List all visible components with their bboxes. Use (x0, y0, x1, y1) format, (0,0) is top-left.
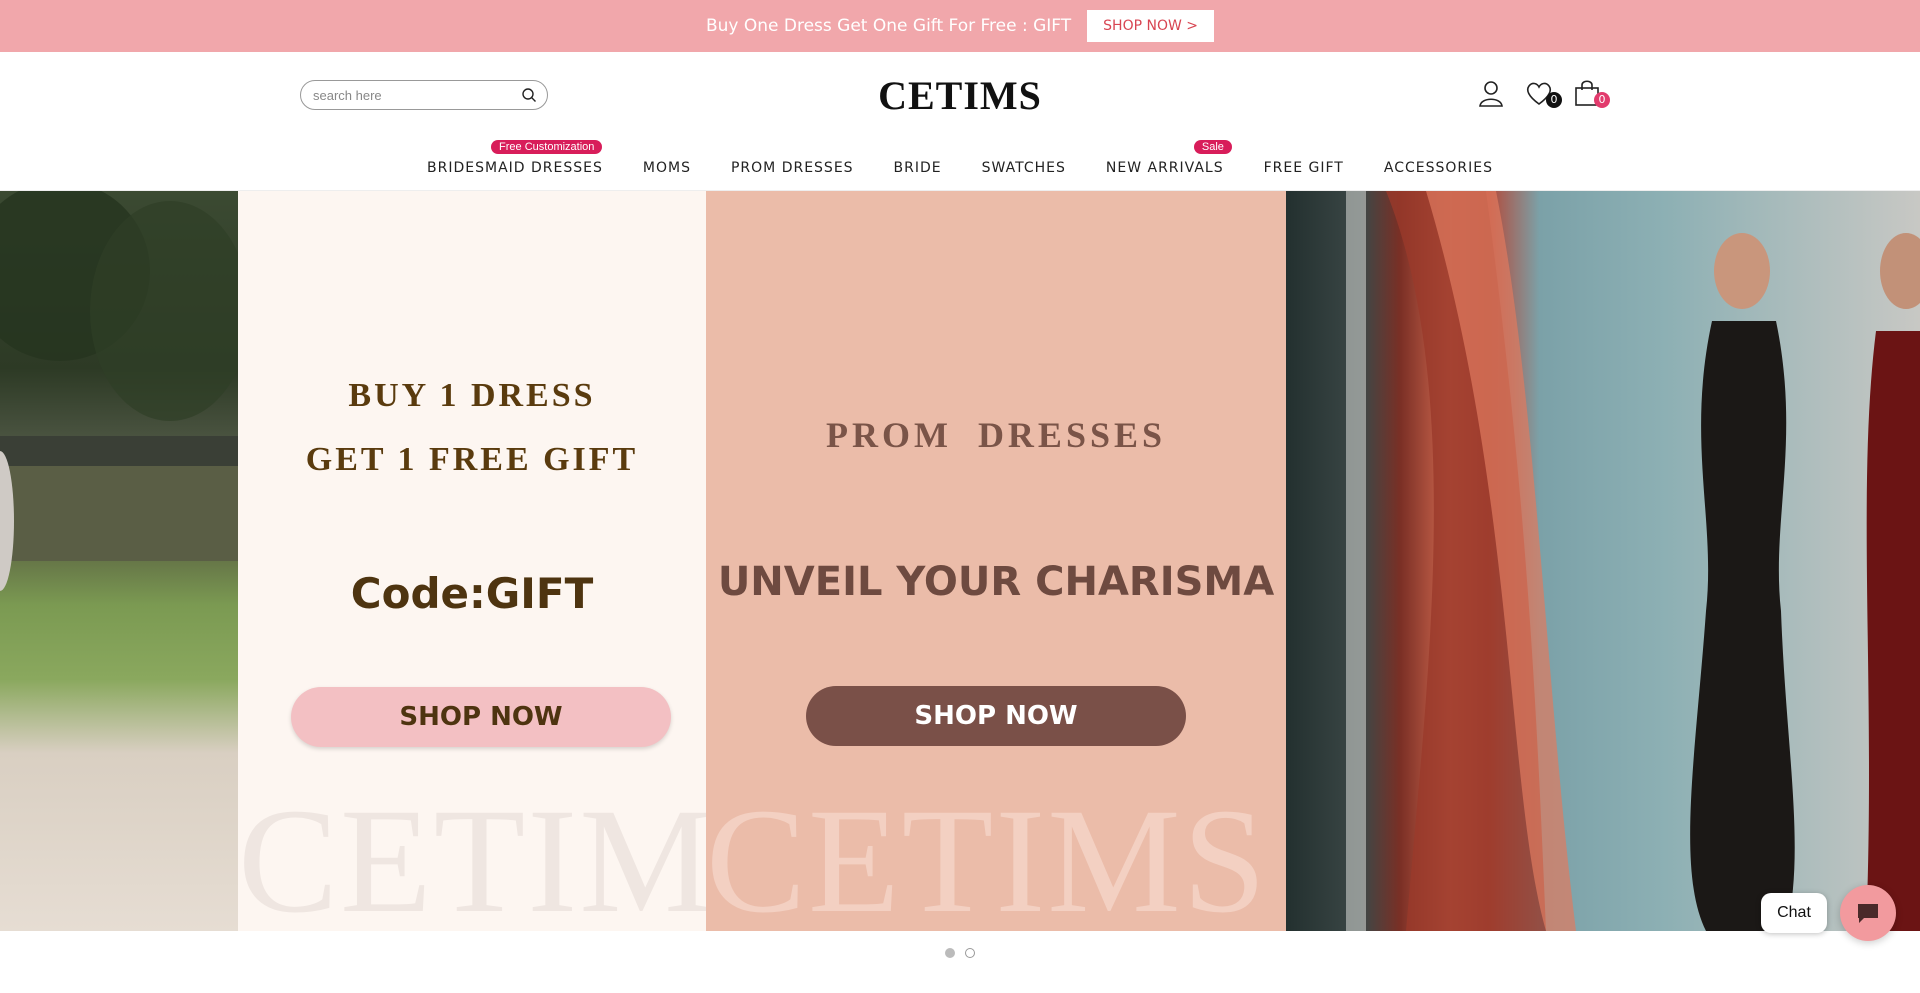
nav-bridesmaid-dresses[interactable]: BRIDESMAID DRESSES Free Customization (427, 140, 603, 176)
nav-item-label: NEW ARRIVALS (1105, 160, 1224, 176)
promo-text: Buy One Dress Get One Gift For Free : GI… (705, 16, 1072, 36)
promo-code-text: Code:GIFT (350, 569, 594, 618)
search-box[interactable] (300, 80, 548, 110)
nav-item-label: BRIDESMAID DRESSES (427, 160, 603, 176)
nav-moms[interactable]: MOMS (643, 160, 691, 176)
chat-label[interactable]: Chat (1761, 893, 1827, 933)
chat-button[interactable] (1840, 885, 1896, 941)
slide-dot-2[interactable] (965, 948, 975, 958)
hero-banner[interactable]: BUY 1 DRESS GET 1 FREE GIFT Code:GIFT SH… (0, 191, 1920, 931)
nav-prom-dresses[interactable]: PROM DRESSES (731, 160, 854, 176)
nav-item-label: PROM DRESSES (730, 160, 854, 176)
promo-shop-now-button[interactable]: SHOP NOW > (1087, 10, 1215, 42)
account-icon[interactable] (1476, 78, 1506, 108)
chat-bubble-icon (1858, 904, 1878, 923)
watermark-text: CETIMS (706, 778, 1269, 931)
sale-tag: Sale (1193, 140, 1232, 154)
nav-item-label: SWATCHES (981, 160, 1066, 176)
tagline-text: UNVEIL YOUR CHARISMA (717, 559, 1275, 605)
free-gift-heading: GET 1 FREE GIFT (305, 441, 639, 478)
site-logo[interactable]: CETIMS (878, 73, 1042, 118)
nav-new-arrivals[interactable]: NEW ARRIVALS Sale (1105, 140, 1232, 176)
header-icons: 0 0 (1476, 78, 1610, 108)
prom-dresses-panel: PROM DRESSES UNVEIL YOUR CHARISMA SHOP N… (706, 191, 1286, 931)
model-photo-panel (1286, 191, 1920, 931)
nav-accessories[interactable]: ACCESSORIES (1384, 160, 1493, 176)
wishlist-count-badge: 0 (1546, 92, 1562, 108)
nav-free-gift[interactable]: FREE GIFT (1264, 160, 1344, 176)
search-icon[interactable] (521, 87, 537, 103)
outdoor-photo-panel (0, 191, 250, 931)
cart-count-badge: 0 (1594, 92, 1610, 108)
prom-dresses-heading: PROM DRESSES (825, 415, 1167, 455)
nav-item-label: MOMS (642, 160, 691, 176)
buy-one-heading: BUY 1 DRESS (348, 377, 596, 414)
cart-icon[interactable]: 0 (1572, 78, 1610, 108)
wishlist-icon[interactable]: 0 (1524, 78, 1562, 108)
nav-item-label: ACCESSORIES (1383, 160, 1493, 176)
nav-item-label: BRIDE (893, 160, 942, 176)
promo-bar: Buy One Dress Get One Gift For Free : GI… (0, 0, 1920, 52)
search-input[interactable] (311, 86, 521, 104)
nav-item-label: FREE GIFT (1263, 160, 1344, 176)
slide-dot-1[interactable] (945, 948, 955, 958)
nav-swatches[interactable]: SWATCHES (982, 160, 1066, 176)
model-photo-image (1346, 191, 1920, 931)
site-header: CETIMS 0 0 BRIDESMAID DRESSES Free Custo… (0, 52, 1920, 191)
outdoor-scene-image (0, 191, 250, 591)
free-gift-panel: BUY 1 DRESS GET 1 FREE GIFT Code:GIFT SH… (238, 191, 798, 931)
free-customization-tag: Free Customization (491, 140, 603, 154)
main-nav: BRIDESMAID DRESSES Free Customization MO… (0, 140, 1920, 176)
slider-dots (0, 948, 1920, 958)
prom-shop-now-button[interactable]: SHOP NOW (806, 686, 1186, 746)
logo-wrap: CETIMS (0, 72, 1920, 119)
gift-shop-now-button[interactable]: SHOP NOW (291, 687, 671, 747)
nav-bride[interactable]: BRIDE (894, 160, 942, 176)
